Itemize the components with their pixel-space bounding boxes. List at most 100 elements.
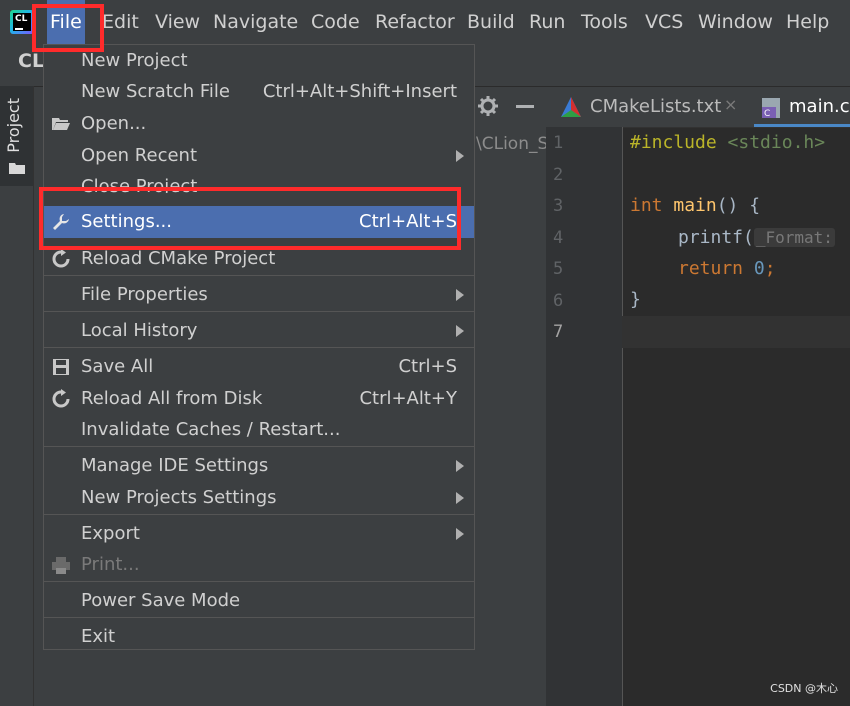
menu-code[interactable]: Code <box>308 0 363 44</box>
tab-cmakelists[interactable]: CMakeLists.txt <box>590 87 721 127</box>
code-directive: #include <box>630 132 717 153</box>
menu-view[interactable]: View <box>152 0 203 44</box>
menu-item-manage-ide-settings[interactable]: Manage IDE Settings <box>44 450 474 482</box>
cmake-icon <box>561 97 581 117</box>
menu-item-reload-all[interactable]: Reload All from Disk Ctrl+Alt+Y <box>44 383 474 415</box>
menu-item-print[interactable]: Print... <box>44 549 474 581</box>
menu-refactor[interactable]: Refactor <box>372 0 458 44</box>
submenu-arrow-icon <box>456 150 464 162</box>
code-line-6[interactable]: } <box>630 289 641 310</box>
menu-item-label: File Properties <box>81 284 208 305</box>
code-line-1[interactable]: #include <stdio.h> <box>630 132 825 153</box>
menu-item-label: Local History <box>81 320 198 341</box>
submenu-arrow-icon <box>456 289 464 301</box>
submenu-arrow-icon <box>456 325 464 337</box>
menu-separator <box>44 347 474 348</box>
file-menu-dropdown: New Project New Scratch File Ctrl+Alt+Sh… <box>43 44 475 650</box>
menu-item-new-projects-settings[interactable]: New Projects Settings <box>44 482 474 514</box>
menu-separator <box>44 514 474 515</box>
c-file-icon: C <box>762 98 780 119</box>
menu-window[interactable]: Window <box>695 0 776 44</box>
menu-separator <box>44 446 474 447</box>
menu-item-invalidate-caches[interactable]: Invalidate Caches / Restart... <box>44 414 474 446</box>
code-number: 0 <box>753 258 765 279</box>
submenu-arrow-icon <box>456 528 464 540</box>
active-tab-indicator <box>754 124 850 127</box>
menu-item-exit[interactable]: Exit <box>44 621 474 653</box>
menu-item-file-properties[interactable]: File Properties <box>44 279 474 311</box>
menu-item-label: Reload All from Disk <box>81 388 263 409</box>
line-number: 4 <box>553 228 564 248</box>
folder-icon <box>9 163 25 174</box>
parameter-hint: _Format: <box>753 228 835 247</box>
submenu-arrow-icon <box>456 460 464 472</box>
menu-navigate[interactable]: Navigate <box>210 0 301 44</box>
menu-item-open[interactable]: Open... <box>44 108 474 140</box>
menu-item-power-save-mode[interactable]: Power Save Mode <box>44 585 474 617</box>
reload-icon <box>52 389 70 408</box>
line-number: 6 <box>553 291 564 311</box>
code-call: printf( <box>678 227 754 248</box>
project-tool-tab-label: Project <box>4 98 23 153</box>
menu-item-label: New Projects Settings <box>81 487 277 508</box>
menu-bar: CL File Edit View Navigate Code Refactor… <box>0 0 850 44</box>
line-number-current: 7 <box>553 322 564 342</box>
code-type: int <box>630 195 663 216</box>
code-header: <stdio.h> <box>727 132 826 153</box>
annotation-box-file <box>32 4 104 52</box>
menu-separator <box>44 581 474 582</box>
close-tab-icon[interactable]: × <box>724 95 737 114</box>
menu-tools[interactable]: Tools <box>578 0 631 44</box>
menu-item-label: Exit <box>81 626 116 647</box>
menu-item-label: Save All <box>81 356 154 377</box>
submenu-arrow-icon <box>456 492 464 504</box>
shortcut-label: Ctrl+Alt+Shift+Insert <box>262 81 457 102</box>
menu-item-local-history[interactable]: Local History <box>44 315 474 347</box>
line-number: 2 <box>553 165 564 185</box>
code-semicolon: ; <box>764 258 776 279</box>
line-number: 3 <box>553 196 564 216</box>
menu-separator <box>44 617 474 618</box>
clion-logo-icon: CL <box>10 10 34 34</box>
menu-item-new-scratch-file[interactable]: New Scratch File Ctrl+Alt+Shift+Insert <box>44 76 474 108</box>
gear-icon[interactable] <box>478 96 498 116</box>
tab-main-c[interactable]: main.c <box>789 87 850 127</box>
open-folder-icon <box>52 118 70 130</box>
menu-item-new-project[interactable]: New Project <box>44 45 474 77</box>
menu-build[interactable]: Build <box>464 0 518 44</box>
code-text: () { <box>716 195 761 216</box>
menu-item-label: New Scratch File <box>81 81 230 102</box>
menu-item-export[interactable]: Export <box>44 518 474 550</box>
menu-run[interactable]: Run <box>526 0 568 44</box>
minimize-icon[interactable] <box>516 105 534 108</box>
printer-icon <box>52 557 70 574</box>
menu-item-label: Open Recent <box>81 145 198 166</box>
code-line-3[interactable]: int main() { <box>630 195 760 216</box>
menu-edit[interactable]: Edit <box>99 0 142 44</box>
menu-item-label: Open... <box>81 113 147 134</box>
code-line-5[interactable]: return 0; <box>678 258 776 279</box>
caret-row-highlight <box>622 316 850 348</box>
menu-vcs[interactable]: VCS <box>642 0 686 44</box>
line-number: 5 <box>553 259 564 279</box>
menu-item-open-recent[interactable]: Open Recent <box>44 140 474 172</box>
code-brace: } <box>630 289 641 310</box>
svg-text:C: C <box>764 109 770 119</box>
code-line-4[interactable]: printf(_Format: <box>678 227 835 248</box>
menu-item-label: Manage IDE Settings <box>81 455 269 476</box>
annotation-box-settings <box>39 187 461 250</box>
menu-separator <box>44 311 474 312</box>
menu-help[interactable]: Help <box>783 0 832 44</box>
project-path: \CLion_S <box>476 134 549 154</box>
menu-item-label: Export <box>81 523 140 544</box>
menu-item-label: Print... <box>81 554 140 575</box>
watermark: CSDN @木心 <box>770 682 838 695</box>
shortcut-label: Ctrl+S <box>398 356 457 377</box>
menu-item-label: Power Save Mode <box>81 590 241 611</box>
shortcut-label: Ctrl+Alt+Y <box>359 388 457 409</box>
menu-item-label: Invalidate Caches / Restart... <box>81 419 341 440</box>
menu-separator <box>44 275 474 276</box>
reload-icon <box>52 249 70 268</box>
menu-item-save-all[interactable]: Save All Ctrl+S <box>44 351 474 383</box>
save-icon <box>53 359 69 375</box>
